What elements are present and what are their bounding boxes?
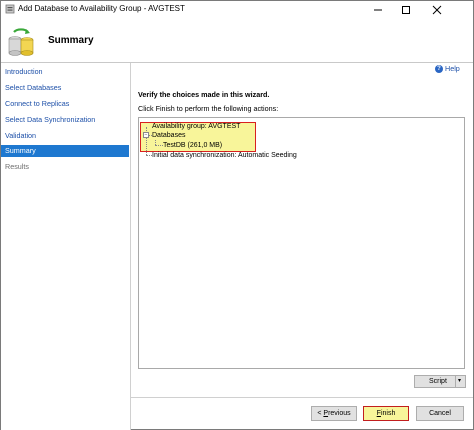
sidebar-item-connect-to-replicas[interactable]: Connect to Replicas [1,98,129,110]
tree-item-sync: Initial data synchronization: Automatic … [152,152,297,159]
script-label: Script [429,378,447,385]
finish-rest: inish [380,410,396,417]
wizard-sidebar: Introduction Select Databases Connect to… [1,63,131,430]
finish-button[interactable]: Finish [363,406,409,421]
app-icon [5,4,15,14]
help-link[interactable]: ? Help [435,64,460,73]
dropdown-arrow-icon[interactable]: ▾ [458,377,461,384]
verify-heading: Verify the choices made in this wizard. [138,90,270,99]
help-label: Help [445,64,460,73]
page-title: Summary [48,35,94,46]
script-divider [455,376,456,387]
wizard-header: Summary [1,18,473,63]
wizard-window: Add Database to Availability Group - AVG… [0,0,474,430]
cancel-button[interactable]: Cancel [416,406,464,421]
close-icon [432,5,442,14]
summary-tree[interactable]: − Availability group: AVGTEST Databases … [138,117,465,369]
title-bar: Add Database to Availability Group - AVG… [1,1,473,18]
sidebar-item-validation[interactable]: Validation [1,130,129,142]
sidebar-item-select-databases[interactable]: Select Databases [1,82,129,94]
tree-item-database: TestDB (261,0 MB) [163,142,223,149]
database-sync-icon [8,28,34,56]
tree-item-availability-group: Availability group: AVGTEST [152,123,241,130]
sidebar-item-introduction[interactable]: Introduction [1,66,129,78]
maximize-icon [402,5,410,14]
sidebar-item-results: Results [5,162,29,171]
collapse-icon[interactable]: − [143,132,149,138]
minimize-icon [374,9,382,10]
sidebar-item-summary[interactable]: Summary [1,145,129,157]
help-icon: ? [435,64,443,73]
script-button[interactable]: Script ▾ [414,375,466,388]
minimize-button[interactable] [364,1,392,18]
maximize-button[interactable] [392,1,420,18]
tree-connector [155,145,163,146]
previous-rest: revious [328,410,351,417]
close-button[interactable] [420,1,454,18]
footer-divider [131,397,473,398]
sidebar-item-select-data-synchronization[interactable]: Select Data Synchronization [1,114,129,126]
window-title: Add Database to Availability Group - AVG… [18,4,185,13]
instruction-text: Click Finish to perform the following ac… [138,104,279,113]
previous-button[interactable]: < Previous [311,406,357,421]
tree-item-databases: Databases [152,132,186,139]
